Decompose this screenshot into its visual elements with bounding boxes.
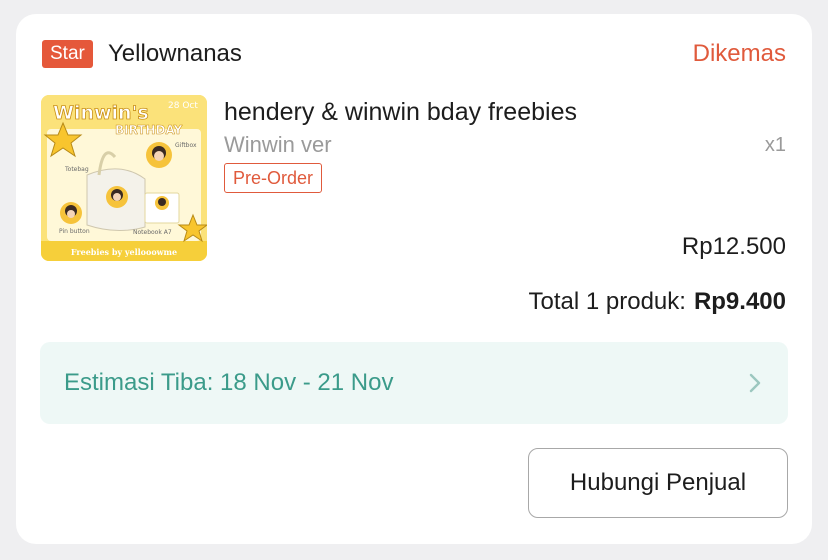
- product-quantity: x1: [764, 134, 786, 156]
- contact-seller-button[interactable]: Hubungi Penjual: [528, 448, 788, 518]
- total-amount: Rp9.400: [693, 288, 786, 315]
- order-status: Dikemas: [692, 40, 786, 67]
- product-thumbnail[interactable]: Winwin's 28 Oct BIRTHDAY Totebag Giftbox…: [41, 95, 207, 261]
- preorder-tag: Pre-Order: [224, 163, 323, 193]
- thumb-label-pin: Pin button: [59, 228, 90, 235]
- chevron-right-icon: [749, 373, 761, 393]
- product-title[interactable]: hendery & winwin bday freebies: [224, 96, 577, 128]
- thumb-label-totebag: Totebag: [64, 166, 89, 173]
- product-image: Winwin's 28 Oct BIRTHDAY Totebag Giftbox…: [41, 95, 207, 261]
- thumb-headline: Winwin's: [53, 102, 149, 124]
- delivery-estimate-row[interactable]: Estimasi Tiba: 18 Nov - 21 Nov: [40, 342, 788, 424]
- delivery-estimate-text: Estimasi Tiba: 18 Nov - 21 Nov: [64, 369, 394, 396]
- total-label: Total 1 produk:: [528, 288, 686, 315]
- product-price: Rp12.500: [681, 233, 786, 260]
- thumb-date: 28 Oct: [168, 101, 198, 111]
- product-variant: Winwin ver: [224, 132, 332, 157]
- shop-name[interactable]: Yellownanas: [108, 39, 242, 69]
- shop-header: Star Yellownanas Dikemas: [42, 40, 786, 70]
- thumb-label-notebook: Notebook A7: [133, 229, 172, 236]
- thumb-label-giftbox: Giftbox: [175, 142, 197, 149]
- order-total: Total 1 produk: Rp9.400: [529, 286, 787, 318]
- thumb-subhead: BIRTHDAY: [115, 123, 183, 137]
- order-card: Star Yellownanas Dikemas Winwin's 28 Oct…: [16, 14, 812, 544]
- star-seller-badge: Star: [42, 40, 93, 68]
- thumb-footer: Freebies by yellooowme: [71, 247, 177, 257]
